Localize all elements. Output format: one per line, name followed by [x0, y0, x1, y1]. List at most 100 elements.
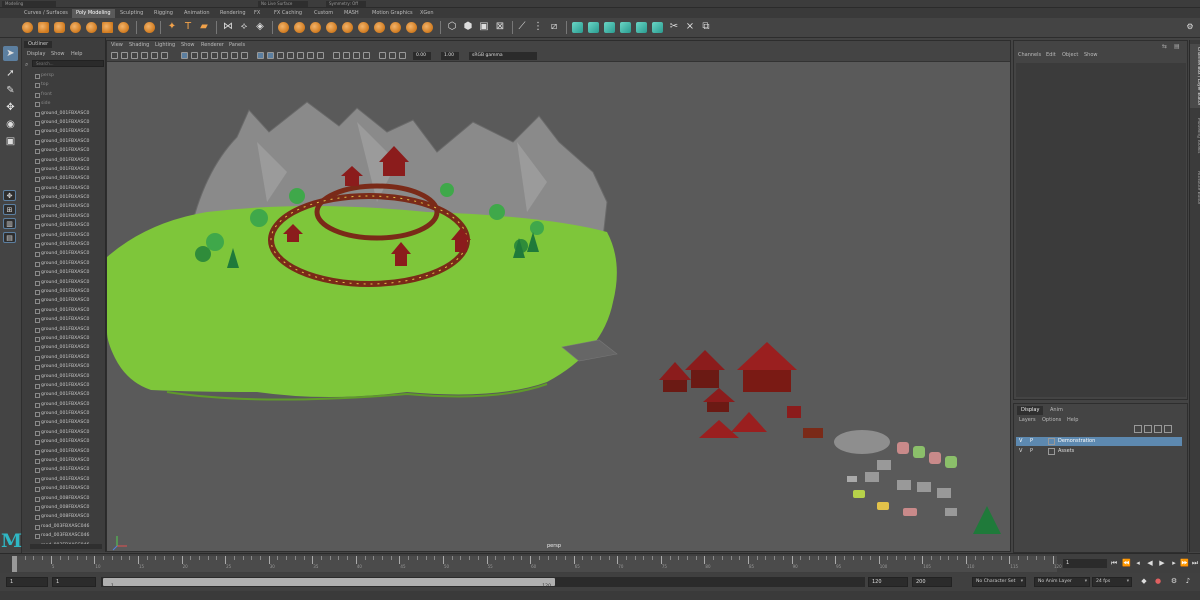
channel-box-layout-icon[interactable]: ▤	[1174, 43, 1180, 50]
workspace-dropdown[interactable]: Modeling	[2, 1, 56, 7]
outliner-item[interactable]: ground_001FBXASC0	[32, 315, 100, 324]
bookmarks-icon[interactable]	[131, 52, 138, 59]
edge-loop-icon[interactable]: ⋮	[532, 20, 544, 34]
poly-cube-icon[interactable]	[38, 22, 49, 33]
ambient-occlusion-icon[interactable]	[333, 52, 340, 59]
outliner-item[interactable]: ground_001FBXASC0	[32, 334, 100, 343]
remesh-icon[interactable]	[358, 22, 369, 33]
cleanup-icon[interactable]	[422, 22, 433, 33]
playback-start-field[interactable]: 1	[52, 577, 96, 587]
scale-tool-icon[interactable]: ▣	[3, 134, 18, 149]
current-frame-field[interactable]: 1	[1063, 559, 1107, 568]
outliner-item[interactable]: ground_001FBXASC0	[32, 381, 100, 390]
shelf-tab-poly-modeling[interactable]: Poly Modeling	[72, 9, 115, 18]
step-forward-icon[interactable]: ⏩	[1180, 559, 1189, 568]
outliner-item[interactable]: road_003FBXASC046	[32, 522, 100, 531]
wireframe-on-shaded-icon[interactable]	[287, 52, 294, 59]
outliner-item[interactable]: ground_001FBXASC0	[32, 259, 100, 268]
outliner-menu-help[interactable]: Help	[71, 50, 82, 58]
layout-four-icon[interactable]: ⊞	[3, 204, 16, 215]
smooth-shade-icon[interactable]	[267, 52, 274, 59]
sew-uv-icon[interactable]: ✂	[668, 20, 680, 34]
color-space-dropdown[interactable]: sRGB gamma	[469, 52, 537, 60]
outliner-item[interactable]: front	[32, 90, 100, 99]
outliner-item[interactable]: ground_001FBXASC0	[32, 287, 100, 296]
outliner-item[interactable]: ground_001FBXASC0	[32, 174, 100, 183]
outliner-item[interactable]: ground_001FBXASC0	[32, 146, 100, 155]
sound-icon[interactable]: ♪	[1184, 577, 1192, 586]
motion-blur-icon[interactable]	[343, 52, 350, 59]
outliner-item[interactable]: ground_001FBXASC0	[32, 390, 100, 399]
boolean-icon[interactable]	[278, 22, 289, 33]
outliner-item[interactable]: ground_001FBXASC0	[32, 184, 100, 193]
cut-uv-icon[interactable]: ⨯	[684, 20, 696, 34]
paint-select-icon[interactable]: ✎	[3, 83, 18, 98]
poly-plane-icon[interactable]	[102, 22, 113, 33]
triangulate-icon[interactable]	[390, 22, 401, 33]
outliner-item[interactable]: ground_001FBXASC0	[32, 475, 100, 484]
lights-icon[interactable]	[307, 52, 314, 59]
outliner-item[interactable]: ground_001FBXASC0	[32, 447, 100, 456]
outliner-item[interactable]: ground_001FBXASC0	[32, 484, 100, 493]
outliner-item[interactable]: ground_008FBXASC0	[32, 503, 100, 512]
xray-joints-icon[interactable]	[399, 52, 406, 59]
outliner-item[interactable]: ground_001FBXASC0	[32, 343, 100, 352]
lasso-tool-icon[interactable]: ➚	[3, 66, 18, 81]
depth-of-field-icon[interactable]	[363, 52, 370, 59]
poly-platonic-icon[interactable]	[144, 22, 155, 33]
safe-action-icon[interactable]	[231, 52, 238, 59]
film-gate-icon[interactable]	[191, 52, 198, 59]
go-to-start-icon[interactable]: ⏮	[1110, 559, 1118, 568]
anim-layer-dropdown[interactable]: No Anim Layer	[1034, 577, 1090, 587]
layer-color-swatch[interactable]	[1048, 448, 1055, 455]
outliner-item[interactable]: ground_001FBXASC0	[32, 221, 100, 230]
outliner-menu-show[interactable]: Show	[51, 50, 65, 58]
viewport-menu-renderer[interactable]: Renderer	[201, 41, 224, 49]
poly-sphere-icon[interactable]	[22, 22, 33, 33]
playback-end-field[interactable]: 120	[868, 577, 908, 587]
multi-cut-icon[interactable]: ⟋	[516, 20, 528, 34]
rotate-tool-icon[interactable]: ◉	[3, 117, 18, 132]
outliner-item[interactable]: ground_001FBXASC0	[32, 109, 100, 118]
outliner-item[interactable]: side	[32, 99, 100, 108]
tab-display[interactable]: Display	[1017, 406, 1044, 415]
outliner-item[interactable]: ground_001FBXASC0	[32, 156, 100, 165]
layer-playback-toggle[interactable]: P	[1030, 447, 1033, 456]
channel-box-menu-channels[interactable]: Channels	[1018, 51, 1041, 59]
outliner-item[interactable]: ground_001FBXASC0	[32, 409, 100, 418]
extract-icon[interactable]	[310, 22, 321, 33]
offset-edge-icon[interactable]: ⧄	[548, 20, 560, 34]
outliner-item[interactable]: ground_001FBXASC0	[32, 325, 100, 334]
outliner-item[interactable]: ground_001FBXASC0	[32, 268, 100, 277]
separate-icon[interactable]: ⟡	[238, 20, 250, 34]
uv-unfold-icon[interactable]	[652, 22, 663, 33]
layer-row-assets[interactable]: V P Assets	[1016, 447, 1182, 456]
outliner-item[interactable]: ground_001FBXASC0	[32, 400, 100, 409]
outliner-item[interactable]: ground_001FBXASC0	[32, 278, 100, 287]
layer-menu-help[interactable]: Help	[1067, 416, 1078, 424]
viewport-menu-shading[interactable]: Shading	[129, 41, 149, 49]
uv-camera-icon[interactable]	[636, 22, 647, 33]
poly-torus-icon[interactable]	[86, 22, 97, 33]
viewport-menu-lighting[interactable]: Lighting	[155, 41, 175, 49]
anim-prefs-icon[interactable]: ⚙	[1170, 577, 1178, 586]
shelf-tab-sculpting[interactable]: Sculpting	[116, 9, 147, 18]
outliner-menu-display[interactable]: Display	[27, 50, 45, 58]
outliner-horizontal-scrollbar[interactable]	[30, 544, 102, 549]
side-tab-channel-box[interactable]: Channel Box / Layer Editor	[1190, 44, 1200, 108]
go-to-end-icon[interactable]: ⏭	[1191, 559, 1199, 568]
poly-cone-icon[interactable]	[70, 22, 81, 33]
lock-camera-icon[interactable]	[121, 52, 128, 59]
bridge-icon[interactable]: ⬢	[462, 20, 474, 34]
layer-row-demonstration[interactable]: V P Demonstration	[1016, 437, 1182, 446]
exposure-field[interactable]: 0.00	[413, 52, 431, 60]
2d-pan-icon[interactable]	[151, 52, 158, 59]
outliner-item[interactable]: ground_001FBXASC0	[32, 362, 100, 371]
reduce-icon[interactable]	[342, 22, 353, 33]
grease-pencil-icon[interactable]	[161, 52, 168, 59]
layout-outliner-icon[interactable]: ▤	[3, 232, 16, 243]
outliner-item[interactable]: ground_001FBXASC0	[32, 231, 100, 240]
field-chart-icon[interactable]	[221, 52, 228, 59]
outliner-item[interactable]: ground_001FBXASC0	[32, 465, 100, 474]
select-camera-icon[interactable]	[111, 52, 118, 59]
